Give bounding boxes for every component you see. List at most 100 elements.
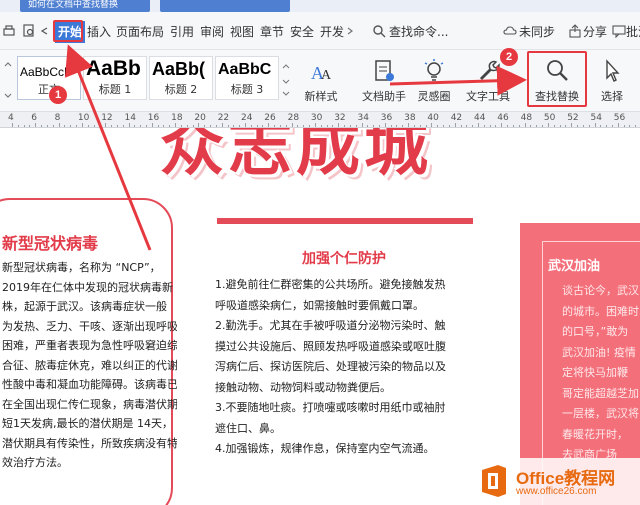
- tab-developer[interactable]: 开发: [317, 21, 347, 43]
- ruler-number: 28: [287, 113, 300, 123]
- sync-status[interactable]: 未同步: [519, 22, 555, 42]
- tab-page-layout[interactable]: 页面布局: [113, 21, 167, 43]
- ruler-tick: [530, 125, 532, 127]
- ruler-tick: [606, 125, 608, 127]
- ruler-tick: [402, 125, 404, 127]
- ruler-tick: [227, 125, 229, 127]
- middle-card-line: 接触动物、动物饲料或动物粪便后。: [215, 380, 391, 394]
- select-button[interactable]: 选择: [592, 54, 632, 108]
- ruler-tick: [390, 125, 392, 127]
- style-heading-1[interactable]: AaBb 标题 1: [83, 56, 147, 100]
- ruler-tick: [93, 125, 95, 127]
- middle-card-line: 1.避免前往仁群密集的公共场所。避免接触发热: [215, 278, 446, 291]
- ruler-tick: [198, 123, 200, 127]
- ruler-tick: [140, 125, 142, 127]
- left-card-line: 新型冠状病毒，名称为 “NCP”，: [2, 261, 161, 274]
- step-badge-1: 1: [49, 86, 67, 104]
- ruler-tick: [268, 123, 270, 127]
- share-icon: [569, 24, 581, 38]
- find-replace-highlight: [527, 51, 587, 107]
- document-tab-2[interactable]: [160, 0, 290, 12]
- new-style-label: 新样式: [304, 90, 338, 103]
- inspiration-button[interactable]: 灵感圈: [413, 54, 455, 108]
- style-heading-1-sample: AaBb: [86, 57, 141, 80]
- ruler-tick: [116, 125, 118, 127]
- tab-references[interactable]: 引用: [167, 21, 197, 43]
- ruler-tick: [111, 125, 112, 127]
- ruler-tick: [495, 125, 497, 127]
- ruler-tick: [157, 125, 159, 127]
- ruler-tick: [501, 123, 503, 127]
- tab-insert[interactable]: 插入: [84, 21, 114, 43]
- document-tab[interactable]: 如何在文档中查找替换: [20, 0, 150, 12]
- ruler-tick: [460, 125, 462, 127]
- undo-icon[interactable]: [40, 24, 50, 38]
- document-page[interactable]: 众志成城 新型冠状病毒 新型冠状病毒，名称为 “NCP”， 2019年在仁体中发现…: [0, 128, 640, 505]
- tab-view[interactable]: 视图: [227, 21, 257, 43]
- comment-button[interactable]: 批注: [626, 22, 640, 42]
- ruler-tick: [175, 123, 177, 127]
- ruler-tick: [547, 123, 549, 127]
- right-card-body: 谈古论今，武汉 的城市。困难时 的口号，”敢为 武汉加油! 疫情 定将快马加鞭 哥定能超越…: [562, 281, 640, 466]
- ruler-tick: [524, 123, 526, 127]
- middle-card-line: 4.加强锻炼，规律作息，保持室内空气流通。: [215, 442, 435, 455]
- ruler-number: 52: [567, 113, 579, 123]
- ruler-tick: [483, 125, 485, 127]
- ruler-tick: [245, 123, 246, 127]
- document-helper-button[interactable]: 文档助手: [355, 54, 413, 108]
- print-preview-icon[interactable]: [22, 24, 36, 38]
- styles-scroll-icon[interactable]: [2, 60, 14, 100]
- ruler-tick: [122, 125, 124, 127]
- middle-info-card: 加强个仁防护 1.避免前往仁群密集的公共场所。避免接触发热 呼吸道感染病仁，如需接…: [213, 218, 475, 505]
- new-style-button[interactable]: AA 新样式: [296, 54, 346, 108]
- tab-review[interactable]: 审阅: [197, 21, 227, 43]
- ruler-tick: [250, 125, 252, 127]
- ruler-tick: [454, 123, 456, 127]
- ruler-number: 38: [404, 113, 416, 123]
- ruler-tick: [413, 125, 415, 127]
- ruler-tick: [320, 125, 322, 127]
- print-icon[interactable]: [2, 24, 16, 38]
- style-heading-2-sample: AaBb(: [152, 59, 205, 79]
- style-heading-3[interactable]: AaBbC 标题 3: [215, 56, 279, 100]
- middle-card-line: 泻病仁后、探访医院后、处理被污染的物品以及: [215, 360, 446, 373]
- cursor-arrow-icon: [606, 59, 620, 82]
- ruler-tick: [344, 125, 345, 127]
- start-tab-highlight: [53, 20, 83, 42]
- ruler-tick: [262, 125, 264, 127]
- document-helper-icon: [375, 60, 394, 81]
- share-button[interactable]: 分享: [583, 22, 607, 42]
- horizontal-ruler[interactable]: 4 6 8 10 12 14 16 18 20 22 24 26 28 30 32 34 36 38 40 42 44 4…: [0, 112, 640, 128]
- left-card-line: 潜伏期具有传染性，所致疾病没有特: [2, 436, 177, 450]
- lightbulb-icon: [424, 59, 444, 81]
- ruler-tick: [128, 123, 130, 127]
- ruler-tick: [303, 125, 305, 127]
- tab-security[interactable]: 安全: [287, 21, 317, 43]
- ruler-tick: [478, 123, 479, 127]
- search-command-input[interactable]: 查找命令...: [389, 22, 448, 42]
- style-heading-2[interactable]: AaBb( 标题 2: [149, 56, 213, 100]
- ruler-tick: [559, 125, 561, 127]
- ruler-tick: [361, 123, 363, 127]
- chevron-right-icon[interactable]: [346, 24, 354, 38]
- ruler-tick: [105, 123, 107, 127]
- ruler-number: 44: [474, 113, 486, 123]
- step-badge-2: 2: [500, 48, 518, 66]
- ruler-tick: [145, 125, 147, 127]
- ruler-tick: [274, 125, 276, 127]
- ruler-tick: [507, 125, 509, 127]
- ruler-number: 4: [8, 113, 14, 123]
- ruler-tick: [204, 125, 206, 127]
- ruler-number: 18: [171, 113, 183, 123]
- tab-chapter[interactable]: 章节: [257, 21, 287, 43]
- ruler-number: 48: [520, 113, 533, 123]
- ruler-tick: [210, 125, 211, 127]
- left-card-line: 为发热、乏力、干咳、逐渐出现呼吸: [2, 319, 177, 333]
- ruler-tick: [81, 123, 83, 127]
- ruler-tick: [186, 125, 188, 127]
- styles-more-icon[interactable]: [281, 60, 291, 100]
- ruler-tick: [611, 125, 613, 127]
- ruler-tick: [332, 125, 334, 127]
- ruler-number: 8: [54, 113, 61, 123]
- middle-card-body: 1.避免前往仁群密集的公共场所。避免接触发热 呼吸道感染病仁，如需接触时要佩戴口罩…: [215, 275, 477, 460]
